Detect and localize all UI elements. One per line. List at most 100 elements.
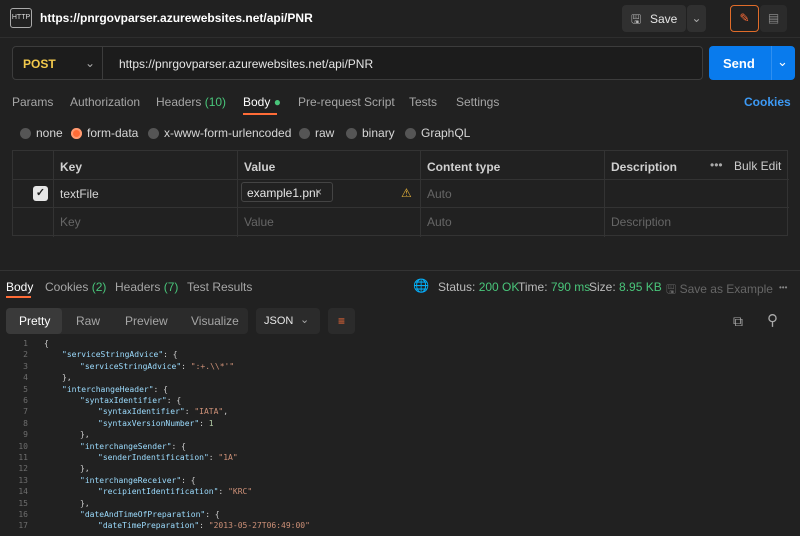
- wrap-lines-icon[interactable]: ≡: [328, 308, 355, 334]
- tab-headers[interactable]: Headers (10): [156, 95, 226, 109]
- view-preview[interactable]: Preview: [125, 314, 168, 328]
- divider: [13, 207, 789, 208]
- tab-headers-label: Headers: [156, 95, 202, 109]
- row-enabled-checkbox[interactable]: ✓: [33, 186, 48, 201]
- line-number: 2: [23, 350, 28, 360]
- line-number: 5: [23, 384, 28, 394]
- code-line: "interchangeReceiver": {: [80, 476, 196, 485]
- line-number: 17: [18, 521, 28, 531]
- view-visualize[interactable]: Visualize: [191, 314, 239, 328]
- search-icon[interactable]: ⚲: [767, 311, 778, 329]
- response-tab-body[interactable]: Body: [6, 280, 33, 294]
- view-pretty[interactable]: Pretty: [19, 314, 50, 328]
- code-line: "serviceStringAdvice": {: [62, 350, 178, 359]
- format-dropdown[interactable]: JSON ⌄: [256, 308, 320, 334]
- save-example-label: Save as Example: [679, 282, 773, 296]
- json-punct: : {: [153, 384, 168, 394]
- tab-pre-request-script[interactable]: Pre-request Script: [298, 95, 395, 109]
- radio-form-data[interactable]: form-data: [71, 126, 138, 140]
- request-bar: POST ⌄ https://pnrgovparser.azurewebsites…: [12, 46, 703, 80]
- save-button[interactable]: 🖫 Save: [622, 5, 686, 32]
- tab-settings[interactable]: Settings: [456, 95, 499, 109]
- http-request-icon: HTTP: [10, 8, 32, 28]
- line-number: 9: [23, 430, 28, 440]
- code-line: "dateAndTimeOfPreparation": {: [80, 510, 220, 519]
- send-button[interactable]: Send ⌄: [709, 46, 795, 80]
- more-options-icon[interactable]: •••: [779, 283, 787, 292]
- file-name: example1.pnr: [247, 186, 320, 200]
- url-input[interactable]: https://pnrgovparser.azurewebsites.net/a…: [119, 57, 373, 71]
- cookies-link[interactable]: Cookies: [744, 95, 791, 109]
- response-tab-test-results[interactable]: Test Results: [187, 280, 252, 294]
- json-key: "syntaxVersionNumber": [98, 418, 200, 428]
- divider: [771, 46, 772, 80]
- content-type-cell[interactable]: Auto: [427, 187, 452, 201]
- description-input[interactable]: Description: [611, 215, 671, 229]
- json-punct: : {: [163, 350, 178, 360]
- save-as-example-button[interactable]: 🖫 Save as Example: [666, 280, 773, 301]
- divider: [53, 151, 54, 237]
- json-key: "interchangeHeader": [62, 384, 154, 394]
- key-input[interactable]: Key: [60, 215, 81, 229]
- warning-icon: ⚠: [401, 186, 412, 200]
- radio-label: x-www-form-urlencoded: [164, 126, 292, 140]
- response-tab-headers[interactable]: Headers (7): [115, 280, 178, 294]
- method-select[interactable]: POST ⌄: [13, 47, 103, 79]
- tab-tests[interactable]: Tests: [409, 95, 437, 109]
- status-label: Status:: [438, 280, 476, 294]
- key-cell[interactable]: textFile: [60, 187, 99, 201]
- active-tab-indicator: [6, 296, 31, 298]
- size-value: 8.95 KB: [619, 280, 662, 294]
- code-line: {: [44, 339, 49, 348]
- radio-graphql[interactable]: GraphQL: [405, 126, 470, 140]
- radio-raw[interactable]: raw: [299, 126, 334, 140]
- json-punct: },: [80, 430, 90, 440]
- json-key: "recipientIdentification": [98, 487, 219, 497]
- json-punct: :: [218, 487, 229, 497]
- line-number: 7: [23, 407, 28, 417]
- json-key: "interchangeSender": [80, 441, 172, 451]
- tab-params[interactable]: Params: [12, 95, 53, 109]
- code-line: "interchangeSender": {: [80, 442, 186, 451]
- code-line: "dateTimePreparation": "2013-05-27T06:49…: [98, 521, 310, 530]
- chevron-down-icon: ⌄: [85, 56, 96, 70]
- active-tab-indicator: [243, 113, 277, 115]
- save-icon: 🖫: [631, 12, 642, 26]
- json-number: 1: [208, 418, 214, 428]
- radio-label: raw: [315, 126, 335, 140]
- bulk-edit-button[interactable]: Bulk Edit: [734, 159, 781, 173]
- line-number: 6: [23, 396, 28, 405]
- column-header-key: Key: [60, 160, 83, 174]
- code-line: "interchangeHeader": {: [62, 385, 168, 394]
- globe-icon[interactable]: 🌐: [413, 278, 429, 294]
- more-options-icon[interactable]: •••: [710, 158, 723, 172]
- request-title: https://pnrgovparser.azurewebsites.net/a…: [40, 11, 313, 25]
- content-type-input[interactable]: Auto: [427, 215, 452, 229]
- divider: [604, 151, 605, 237]
- json-punct: :: [181, 361, 191, 371]
- column-header-description: Description: [611, 160, 678, 174]
- view-raw[interactable]: Raw: [76, 314, 100, 328]
- copy-icon[interactable]: ⧉: [733, 313, 743, 330]
- json-key: "dateAndTimeOfPreparation": [80, 510, 206, 519]
- top-bar: HTTP https://pnrgovparser.azurewebsites.…: [0, 0, 800, 38]
- value-input[interactable]: Value: [244, 215, 274, 229]
- method-label: POST: [23, 57, 56, 71]
- line-number: 3: [23, 361, 28, 371]
- tab-authorization[interactable]: Authorization: [70, 95, 140, 109]
- format-label: JSON: [264, 315, 294, 327]
- headers-count: (10): [204, 95, 227, 109]
- radio-x-www-form-urlencoded[interactable]: x-www-form-urlencoded: [148, 126, 291, 140]
- save-label: Save: [650, 12, 678, 26]
- json-punct: ,: [223, 407, 229, 417]
- tab-body[interactable]: Body ●: [243, 95, 281, 109]
- close-icon[interactable]: ×: [315, 185, 322, 199]
- comment-icon[interactable]: ▤: [760, 5, 787, 32]
- response-tab-cookies[interactable]: Cookies (2): [45, 280, 106, 294]
- chevron-down-icon[interactable]: ⌄: [777, 54, 788, 70]
- pencil-icon[interactable]: ✎: [730, 5, 759, 32]
- radio-none[interactable]: none: [20, 126, 63, 140]
- radio-binary[interactable]: binary: [346, 126, 395, 140]
- save-dropdown-button[interactable]: ⌄: [687, 5, 706, 32]
- file-chip[interactable]: example1.pnr ×: [241, 182, 333, 202]
